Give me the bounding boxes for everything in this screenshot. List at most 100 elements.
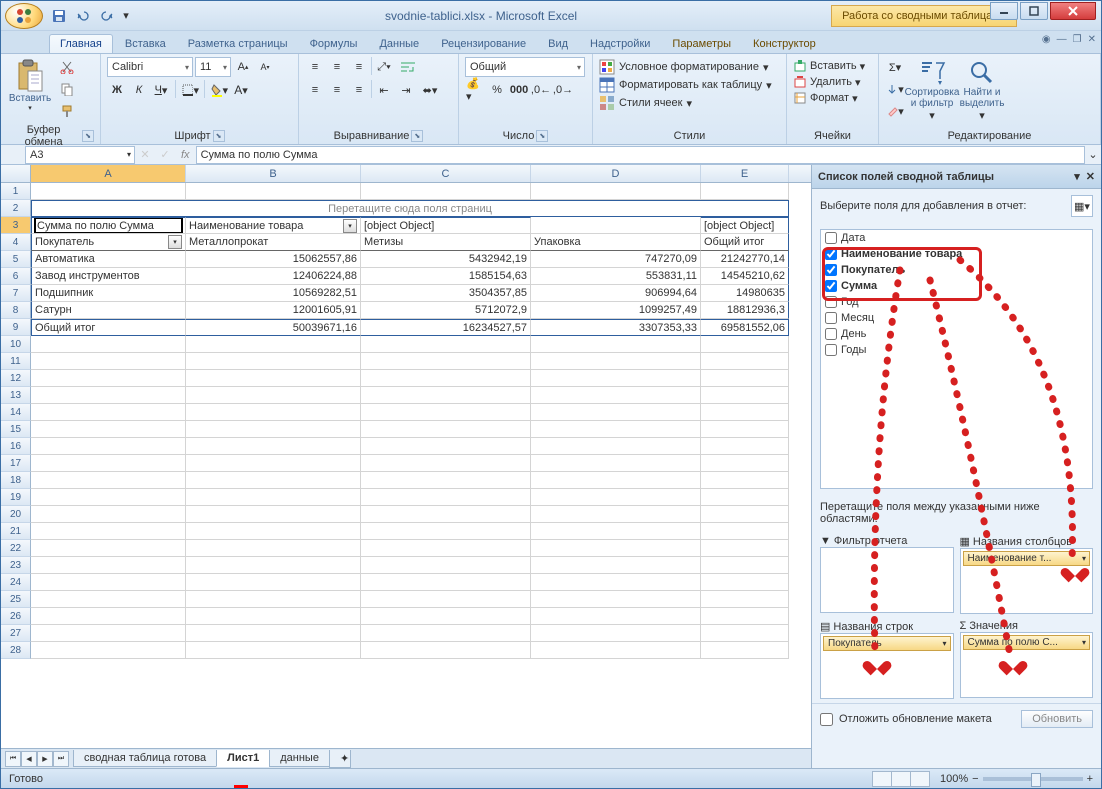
cell[interactable] (361, 353, 531, 370)
ribbon-tab-8[interactable]: Параметры (662, 35, 741, 53)
cell[interactable] (701, 489, 789, 506)
cell[interactable] (31, 438, 186, 455)
cell[interactable] (186, 625, 361, 642)
cell[interactable] (531, 540, 701, 557)
cell[interactable] (186, 574, 361, 591)
qat-redo[interactable] (97, 6, 117, 26)
italic-button[interactable]: К (129, 80, 149, 100)
cell[interactable] (531, 455, 701, 472)
pivot-field-item[interactable]: Покупатель (821, 262, 1092, 278)
cell[interactable] (701, 608, 789, 625)
pivot-field-item[interactable]: Годы (821, 342, 1092, 358)
delete-cells[interactable]: Удалить▾ (793, 75, 861, 89)
row-header[interactable]: 12 (1, 370, 31, 387)
cell[interactable] (186, 183, 361, 200)
border-button[interactable]: ▾ (180, 80, 200, 100)
cell[interactable] (361, 336, 531, 353)
column-header[interactable]: B (186, 165, 361, 182)
row-header[interactable]: 15 (1, 421, 31, 438)
cell[interactable] (531, 506, 701, 523)
row-header[interactable]: 4 (1, 234, 31, 251)
cell[interactable] (701, 523, 789, 540)
bold-button[interactable]: Ж (107, 80, 127, 100)
cell[interactable] (531, 353, 701, 370)
font-name-combo[interactable]: Calibri (107, 57, 193, 77)
cell[interactable] (701, 353, 789, 370)
maximize-button[interactable] (1020, 2, 1048, 20)
cell[interactable] (31, 455, 186, 472)
decrease-decimal[interactable]: ,0→ (553, 80, 573, 100)
cell[interactable]: Покупатель▾ (31, 234, 186, 251)
cell[interactable] (186, 489, 361, 506)
page-field-drop[interactable]: Перетащите сюда поля страниц (31, 200, 789, 217)
cell[interactable] (701, 421, 789, 438)
row-header[interactable]: 19 (1, 489, 31, 506)
row-header[interactable]: 1 (1, 183, 31, 200)
cell[interactable] (31, 421, 186, 438)
cell[interactable] (31, 506, 186, 523)
cell[interactable]: Сатурн (31, 302, 186, 319)
cell[interactable] (186, 353, 361, 370)
cell[interactable] (31, 557, 186, 574)
office-button[interactable] (5, 3, 43, 29)
align-center[interactable]: ≡ (327, 80, 347, 100)
zoom-in[interactable]: + (1087, 773, 1093, 785)
doc-restore[interactable]: ❐ (1073, 34, 1082, 45)
task-pane-dropdown[interactable]: ▾ (1074, 170, 1080, 183)
align-right[interactable]: ≡ (349, 80, 369, 100)
cell[interactable] (31, 591, 186, 608)
cell[interactable] (186, 455, 361, 472)
cell[interactable]: Автоматика (31, 251, 186, 268)
cell[interactable]: Метизы (361, 234, 531, 251)
cell[interactable] (531, 421, 701, 438)
cell[interactable] (31, 183, 186, 200)
cell[interactable]: 14980635 (701, 285, 789, 302)
row-header[interactable]: 10 (1, 336, 31, 353)
pivot-field-item[interactable]: Наименование товара (821, 246, 1092, 262)
enter-formula[interactable]: ✓ (155, 148, 175, 161)
cell[interactable]: 12406224,88 (186, 268, 361, 285)
field-checkbox[interactable] (825, 296, 837, 308)
cell[interactable] (531, 642, 701, 659)
cell[interactable] (361, 455, 531, 472)
cell[interactable] (531, 387, 701, 404)
cell[interactable] (701, 574, 789, 591)
clipboard-launcher[interactable]: ⬊ (82, 130, 94, 142)
cell[interactable] (701, 370, 789, 387)
ribbon-tab-4[interactable]: Данные (369, 35, 429, 53)
copy-button[interactable] (57, 79, 77, 99)
cell[interactable] (361, 370, 531, 387)
percent-format[interactable]: % (487, 80, 507, 100)
align-top[interactable]: ≡ (305, 57, 325, 77)
row-header[interactable]: 24 (1, 574, 31, 591)
minimize-button[interactable] (990, 2, 1018, 20)
ribbon-tab-7[interactable]: Надстройки (580, 35, 660, 53)
cell[interactable]: 5712072,9 (361, 302, 531, 319)
column-field-item[interactable]: Наименование т... (963, 551, 1091, 566)
cell[interactable]: 553831,11 (531, 268, 701, 285)
column-header[interactable]: E (701, 165, 789, 182)
shrink-font[interactable]: A▾ (255, 57, 275, 77)
cell[interactable] (361, 540, 531, 557)
cell[interactable] (531, 438, 701, 455)
cell[interactable] (361, 557, 531, 574)
cell[interactable]: 14545210,62 (701, 268, 789, 285)
cell[interactable]: 12001605,91 (186, 302, 361, 319)
cell[interactable]: Подшипник (31, 285, 186, 302)
qat-customize[interactable]: ▾ (121, 6, 131, 26)
new-sheet-tab[interactable]: ✦ (329, 750, 351, 768)
decrease-indent[interactable]: ⇤ (374, 80, 394, 100)
cell[interactable]: 906994,64 (531, 285, 701, 302)
doc-minimize[interactable]: — (1057, 34, 1067, 45)
help-icon[interactable]: ◉ (1042, 34, 1051, 45)
ribbon-tab-5[interactable]: Рецензирование (431, 35, 536, 53)
page-break-view[interactable] (910, 771, 930, 787)
cell[interactable] (31, 370, 186, 387)
row-header[interactable]: 14 (1, 404, 31, 421)
column-header[interactable]: A (31, 165, 186, 182)
fill-color-button[interactable]: ▾ (209, 80, 229, 100)
cell[interactable] (531, 557, 701, 574)
row-header[interactable]: 18 (1, 472, 31, 489)
cell[interactable]: 21242770,14 (701, 251, 789, 268)
clear-button[interactable]: ▾ (885, 101, 905, 121)
